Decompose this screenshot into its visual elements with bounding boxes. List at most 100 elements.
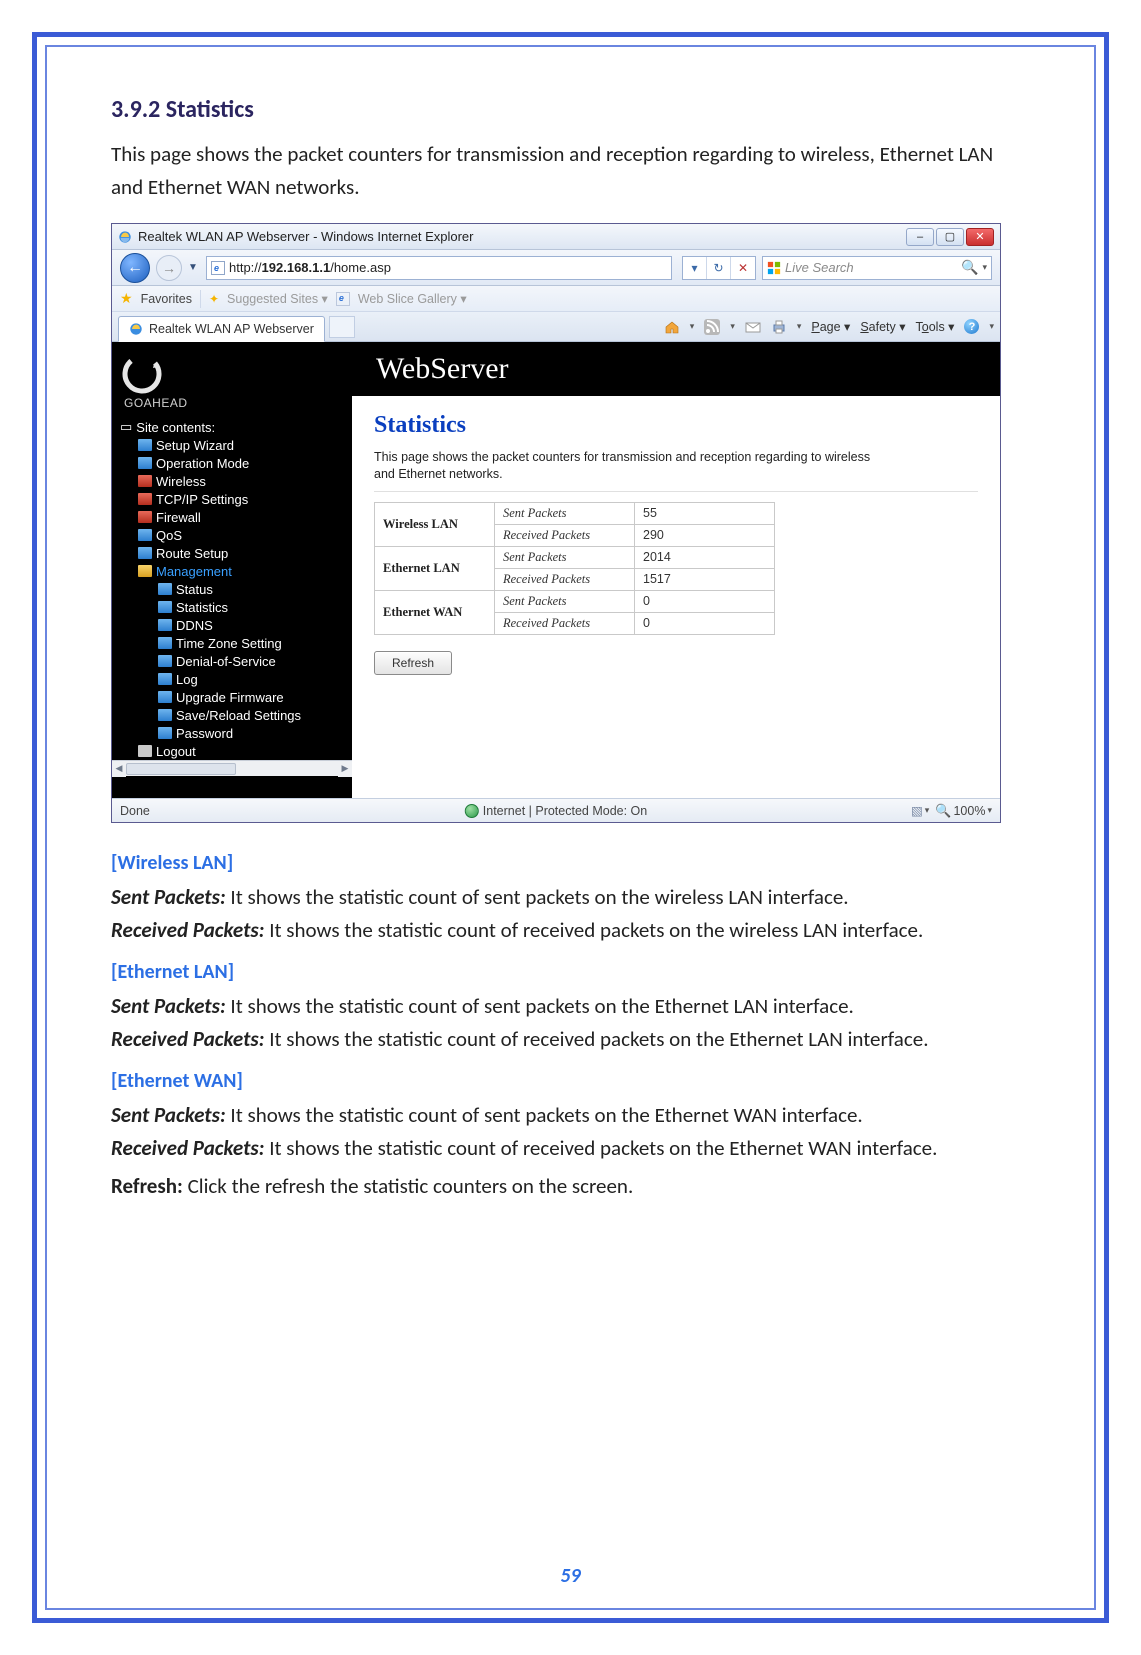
suggested-sites-link[interactable]: Suggested Sites ▾	[227, 291, 328, 306]
help-dropdown[interactable]: ▾	[989, 321, 994, 332]
web-slice-gallery-link[interactable]: Web Slice Gallery ▾	[358, 291, 467, 306]
label: Sent Packets:	[111, 1102, 226, 1128]
refresh-button[interactable]: ↻	[707, 257, 731, 279]
tree-log[interactable]: Log	[116, 670, 352, 688]
tree-logout[interactable]: Logout	[116, 742, 352, 760]
text: It shows the statistic count of received…	[264, 1026, 928, 1052]
page-icon	[138, 529, 152, 541]
tree-item-label: Password	[176, 726, 233, 741]
lock-icon	[138, 745, 152, 757]
doc-ewan-sent: Sent Packets: It shows the statistic cou…	[111, 1099, 1030, 1132]
print-icon[interactable]	[771, 319, 787, 335]
doc-elan-heading: [Ethernet LAN]	[111, 960, 1030, 984]
page-icon	[158, 727, 172, 739]
tree-root-label: Site contents:	[136, 420, 215, 435]
cell-label: Received Packets	[495, 612, 635, 634]
ie-icon	[118, 230, 132, 244]
window-close-button[interactable]: ✕	[966, 228, 994, 246]
tree-qos[interactable]: QoS	[116, 526, 352, 544]
status-unknown-dropdown[interactable]: ▧▾	[911, 803, 929, 818]
nav-toolbar: ← → ▼ e http://192.168.1.1/home.asp ▾ ↻ …	[112, 250, 1000, 286]
tree-management[interactable]: Management	[116, 562, 352, 580]
tree-save-reload[interactable]: Save/Reload Settings	[116, 706, 352, 724]
doc-wlan-recv: Received Packets: It shows the statistic…	[111, 914, 1030, 947]
page-icon	[158, 637, 172, 649]
cell-value: 290	[635, 524, 775, 546]
tree-wireless[interactable]: Wireless	[116, 472, 352, 490]
page-icon: e	[211, 261, 225, 275]
scroll-right-icon[interactable]: ▶	[338, 761, 352, 777]
sidebar: GOAHEAD ▭ Site contents: Setup Wizard Op…	[112, 342, 352, 800]
tree-item-label: Management	[156, 564, 232, 579]
search-icon[interactable]: 🔍	[961, 259, 978, 276]
cmd-page-menu[interactable]: Page ▾	[811, 319, 850, 334]
address-actions: ▾ ↻ ✕	[682, 256, 756, 280]
folder-icon	[138, 475, 152, 487]
tree-tcpip[interactable]: TCP/IP Settings	[116, 490, 352, 508]
search-provider-dropdown[interactable]: ▾	[982, 262, 987, 273]
zoom-icon: 🔍	[935, 803, 951, 819]
address-dropdown-button[interactable]: ▾	[683, 257, 707, 279]
tree-item-label: Time Zone Setting	[176, 636, 282, 651]
favorites-label[interactable]: Favorites	[141, 292, 192, 306]
tree-time-zone[interactable]: Time Zone Setting	[116, 634, 352, 652]
tree-root[interactable]: ▭ Site contents:	[116, 418, 352, 436]
feeds-dropdown[interactable]: ▾	[730, 321, 735, 332]
tree-ddns[interactable]: DDNS	[116, 616, 352, 634]
back-button[interactable]: ←	[120, 253, 150, 283]
read-mail-icon[interactable]	[745, 319, 761, 335]
stop-button[interactable]: ✕	[731, 257, 755, 279]
tree-upgrade-firmware[interactable]: Upgrade Firmware	[116, 688, 352, 706]
goahead-label: GOAHEAD	[112, 396, 352, 414]
tree-status[interactable]: Status	[116, 580, 352, 598]
help-icon[interactable]: ?	[964, 319, 979, 334]
address-bar[interactable]: e http://192.168.1.1/home.asp	[206, 256, 672, 280]
search-box[interactable]: Live Search 🔍 ▾	[762, 256, 992, 280]
label: Sent Packets:	[111, 884, 226, 910]
zoom-dropdown[interactable]: ▾	[987, 805, 992, 816]
scrollbar-thumb[interactable]	[126, 763, 236, 775]
forward-button[interactable]: →	[156, 255, 182, 281]
tree-route-setup[interactable]: Route Setup	[116, 544, 352, 562]
tree-password[interactable]: Password	[116, 724, 352, 742]
nav-history-dropdown[interactable]: ▼	[188, 262, 200, 273]
zoom-control[interactable]: 🔍 100% ▾	[935, 803, 992, 819]
cell-label: Sent Packets	[495, 502, 635, 524]
page-icon	[158, 583, 172, 595]
tree-dos[interactable]: Denial-of-Service	[116, 652, 352, 670]
refresh-stats-button[interactable]: Refresh	[374, 651, 452, 675]
tree-item-label: Statistics	[176, 600, 228, 615]
feeds-icon[interactable]	[704, 319, 720, 335]
home-icon[interactable]	[664, 319, 680, 335]
window-maximize-button[interactable]: ▢	[936, 228, 964, 246]
new-tab-button[interactable]	[329, 316, 355, 338]
minus-icon: ▭	[120, 419, 132, 435]
window-minimize-button[interactable]: –	[906, 228, 934, 246]
tree-item-label: Route Setup	[156, 546, 228, 561]
tab-active[interactable]: Realtek WLAN AP Webserver	[118, 316, 325, 342]
tree-statistics[interactable]: Statistics	[116, 598, 352, 616]
live-search-icon	[767, 261, 781, 275]
cell-label: Received Packets	[495, 568, 635, 590]
tree-setup-wizard[interactable]: Setup Wizard	[116, 436, 352, 454]
text: It shows the statistic count of sent pac…	[226, 884, 849, 910]
label: Received Packets:	[111, 1026, 264, 1052]
cell-label: Received Packets	[495, 524, 635, 546]
print-dropdown[interactable]: ▾	[797, 321, 802, 332]
separator	[200, 290, 201, 308]
tree-item-label: Status	[176, 582, 213, 597]
cmd-safety-menu[interactable]: Safety ▾	[860, 319, 905, 334]
status-done: Done	[120, 804, 150, 818]
page-icon	[158, 601, 172, 613]
sidebar-horizontal-scrollbar[interactable]: ◀ ▶	[112, 760, 352, 776]
tree-firewall[interactable]: Firewall	[116, 508, 352, 526]
favorites-star-icon[interactable]: ★	[120, 290, 133, 307]
page-icon	[158, 673, 172, 685]
scroll-left-icon[interactable]: ◀	[112, 761, 126, 777]
home-dropdown[interactable]: ▾	[690, 321, 695, 332]
tree-item-label: Logout	[156, 744, 196, 759]
window-title: Realtek WLAN AP Webserver - Windows Inte…	[138, 229, 906, 244]
folder-icon	[138, 493, 152, 505]
tree-operation-mode[interactable]: Operation Mode	[116, 454, 352, 472]
cmd-tools-menu[interactable]: Tools ▾	[916, 319, 955, 334]
